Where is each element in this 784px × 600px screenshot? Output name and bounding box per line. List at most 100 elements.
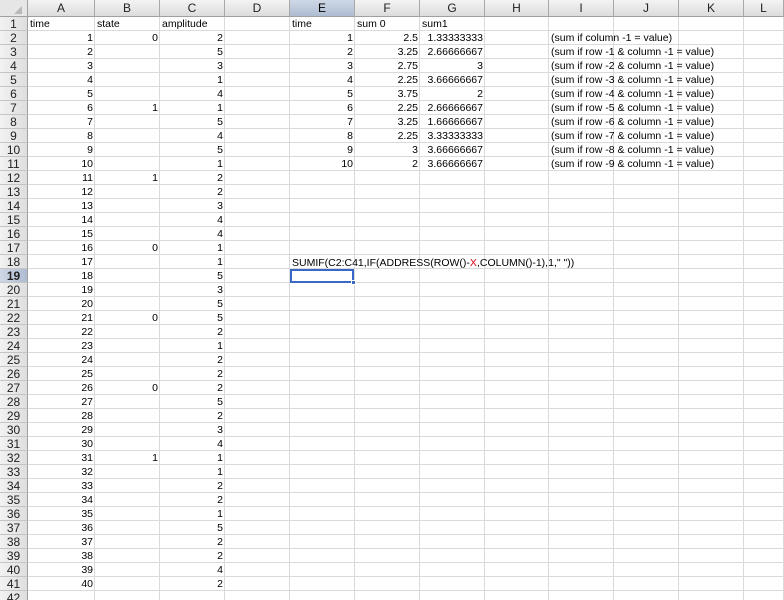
cell-note[interactable]: (sum if row -6 & column -1 = value) [549,115,739,129]
row-header-23[interactable]: 23 [0,325,28,339]
cell-time[interactable]: 36 [28,521,95,535]
cell-time[interactable]: 30 [28,437,95,451]
header-state[interactable]: state [95,17,160,31]
cell-note[interactable]: (sum if row -8 & column -1 = value) [549,143,739,157]
row-header-18[interactable]: 18 [0,255,28,269]
cell-amplitude[interactable]: 4 [160,227,225,241]
cell-sum0[interactable]: 2.25 [355,129,420,143]
cell-amplitude[interactable]: 2 [160,185,225,199]
row-header-3[interactable]: 3 [0,45,28,59]
cell-note[interactable]: (sum if row -7 & column -1 = value) [549,129,739,143]
cell-time[interactable]: 29 [28,423,95,437]
cell-time[interactable]: 10 [28,157,95,171]
cell-note[interactable]: (sum if row -9 & column -1 = value) [549,157,739,171]
row-header-29[interactable]: 29 [0,409,28,423]
row-header-4[interactable]: 4 [0,59,28,73]
cell-time[interactable]: 11 [28,171,95,185]
cell-amplitude[interactable]: 2 [160,367,225,381]
row-header-1[interactable]: 1 [0,17,28,31]
cell-time[interactable]: 24 [28,353,95,367]
row-header-38[interactable]: 38 [0,535,28,549]
row-header-15[interactable]: 15 [0,213,28,227]
cell-amplitude[interactable]: 2 [160,479,225,493]
cell-time[interactable]: 22 [28,325,95,339]
cell-sum0[interactable]: 3.25 [355,45,420,59]
cell-time[interactable]: 37 [28,535,95,549]
cell-amplitude[interactable]: 5 [160,311,225,325]
column-header-b[interactable]: B [95,0,160,17]
cell-summary-time[interactable]: 4 [290,73,355,87]
row-header-5[interactable]: 5 [0,73,28,87]
cell-amplitude[interactable]: 2 [160,409,225,423]
cell-amplitude[interactable]: 5 [160,521,225,535]
cell-sum0[interactable]: 3 [355,143,420,157]
row-header-27[interactable]: 27 [0,381,28,395]
cell-amplitude[interactable]: 1 [160,157,225,171]
cell-time[interactable]: 40 [28,577,95,591]
cell-time[interactable]: 13 [28,199,95,213]
cell-amplitude[interactable]: 2 [160,535,225,549]
cell-state[interactable]: 1 [95,451,160,465]
cell-state[interactable]: 1 [95,101,160,115]
cell-amplitude[interactable]: 2 [160,325,225,339]
cell-time[interactable]: 5 [28,87,95,101]
header-sum0[interactable]: sum 0 [355,17,420,31]
cell-amplitude[interactable]: 4 [160,437,225,451]
cell-time[interactable]: 26 [28,381,95,395]
cell-amplitude[interactable]: 1 [160,465,225,479]
cell-amplitude[interactable]: 5 [160,115,225,129]
cell-summary-time[interactable]: 1 [290,31,355,45]
row-header-10[interactable]: 10 [0,143,28,157]
column-header-l[interactable]: L [744,0,784,17]
cell-amplitude[interactable]: 1 [160,101,225,115]
row-header-25[interactable]: 25 [0,353,28,367]
cell-sum0[interactable]: 3.75 [355,87,420,101]
cell-sum1[interactable]: 2 [420,87,485,101]
header-summary-time[interactable]: time [290,17,355,31]
cell-note[interactable]: (sum if row -4 & column -1 = value) [549,87,739,101]
cell-amplitude[interactable]: 3 [160,199,225,213]
cell-time[interactable]: 31 [28,451,95,465]
formula-text-cell[interactable]: SUMIF(C2:C41,IF(ADDRESS(ROW()-X,COLUMN()… [292,256,574,270]
column-header-k[interactable]: K [679,0,744,17]
row-header-32[interactable]: 32 [0,451,28,465]
cell-time[interactable]: 39 [28,563,95,577]
cell-time[interactable]: 4 [28,73,95,87]
row-header-26[interactable]: 26 [0,367,28,381]
cell-summary-time[interactable]: 2 [290,45,355,59]
cell-amplitude[interactable]: 4 [160,213,225,227]
column-header-h[interactable]: H [485,0,549,17]
header-amplitude[interactable]: amplitude [160,17,225,31]
cell-note[interactable]: (sum if row -1 & column -1 = value) [549,45,739,59]
column-header-i[interactable]: I [549,0,614,17]
cell-time[interactable]: 23 [28,339,95,353]
cell-note[interactable]: (sum if column -1 = value) [549,31,739,45]
cell-time[interactable]: 19 [28,283,95,297]
cell-amplitude[interactable]: 2 [160,493,225,507]
cell-amplitude[interactable]: 3 [160,59,225,73]
row-header-42[interactable]: 42 [0,591,28,600]
column-header-f[interactable]: F [355,0,420,17]
cell-state[interactable]: 1 [95,171,160,185]
header-time[interactable]: time [28,17,95,31]
cell-note[interactable]: (sum if row -5 & column -1 = value) [549,101,739,115]
cell-summary-time[interactable]: 9 [290,143,355,157]
cell-time[interactable]: 27 [28,395,95,409]
cell-note[interactable]: (sum if row -3 & column -1 = value) [549,73,739,87]
cell-sum0[interactable]: 2 [355,157,420,171]
cell-sum0[interactable]: 2.25 [355,101,420,115]
cell-amplitude[interactable]: 1 [160,73,225,87]
row-header-30[interactable]: 30 [0,423,28,437]
row-header-28[interactable]: 28 [0,395,28,409]
row-header-2[interactable]: 2 [0,31,28,45]
cell-time[interactable]: 7 [28,115,95,129]
select-all-corner[interactable] [0,0,28,17]
column-header-e[interactable]: E [290,0,355,17]
cell-amplitude[interactable]: 4 [160,87,225,101]
column-header-d[interactable]: D [225,0,290,17]
header-sum1[interactable]: sum1 [420,17,485,31]
cell-sum1[interactable]: 3.66666667 [420,73,485,87]
column-header-j[interactable]: J [614,0,679,17]
cell-amplitude[interactable]: 2 [160,353,225,367]
cell-amplitude[interactable]: 2 [160,31,225,45]
